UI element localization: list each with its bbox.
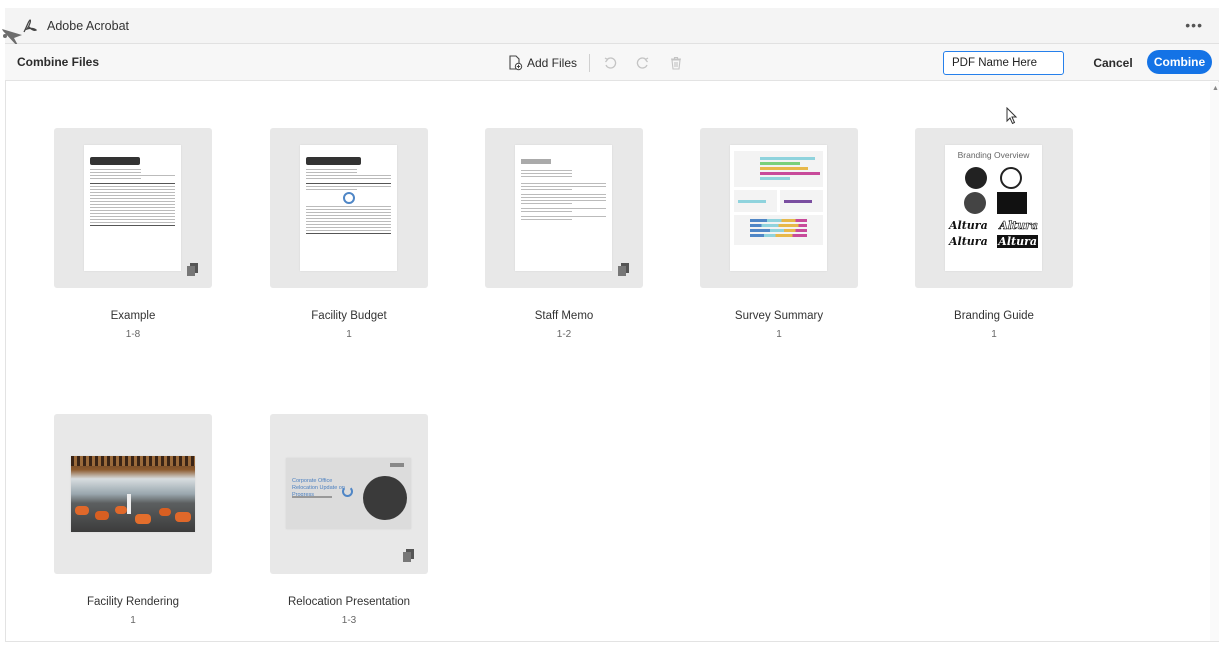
cancel-button[interactable]: Cancel	[1088, 53, 1138, 73]
delete-icon[interactable]	[668, 55, 684, 71]
file-pages: 1-8	[125, 329, 141, 340]
file-name: Survey Summary	[734, 310, 824, 322]
rotate-left-icon[interactable]	[602, 55, 618, 71]
file-tile-survey-summary[interactable]: Survey Summary 1	[700, 128, 858, 340]
presentation-preview: Corporate Office Relocation Update on Pr…	[286, 458, 411, 529]
document-preview	[84, 145, 181, 271]
file-pages: 1-2	[556, 329, 572, 340]
file-tile-facility-rendering[interactable]: Facility Rendering 1	[54, 414, 212, 626]
more-options-icon[interactable]: •••	[1185, 17, 1203, 33]
combine-toolbar: Combine Files Add Files Cancel Combine	[5, 44, 1219, 81]
scroll-up-icon[interactable]: ▲	[1212, 85, 1219, 92]
file-thumbnail[interactable]	[485, 128, 643, 288]
file-thumbnail[interactable]	[54, 128, 212, 288]
title-bar: Adobe Acrobat •••	[5, 8, 1219, 44]
page-title: Combine Files	[17, 55, 100, 69]
file-name: Facility Rendering	[86, 596, 180, 608]
file-name: Staff Memo	[534, 310, 594, 322]
file-pages: 1-3	[341, 615, 357, 626]
file-pages: 1	[130, 615, 136, 626]
rendering-image	[71, 456, 195, 532]
file-pages: 1	[776, 329, 782, 340]
vertical-scrollbar[interactable]: ▲	[1210, 82, 1219, 641]
brand-wordmark-light: Altura	[949, 219, 988, 232]
brand-wordmark-dark: Altura	[949, 235, 988, 248]
file-tile-facility-budget[interactable]: Facility Budget 1	[270, 128, 428, 340]
file-thumbnail[interactable]: Corporate Office Relocation Update on Pr…	[270, 414, 428, 574]
file-thumbnail[interactable]: Branding Overview Altura Altura Altura A…	[915, 128, 1073, 288]
file-name: Facility Budget	[311, 310, 387, 322]
file-name: Example	[110, 310, 156, 322]
multi-page-icon	[403, 549, 414, 562]
toolbar-divider	[589, 54, 591, 72]
document-preview: Branding Overview Altura Altura Altura A…	[945, 145, 1042, 271]
file-tools: Add Files	[507, 52, 701, 74]
file-pages: 1	[991, 329, 997, 340]
file-thumbnail[interactable]	[54, 414, 212, 574]
add-files-label: Add Files	[527, 56, 578, 70]
file-pages: 1	[346, 329, 352, 340]
branding-thumb-title: Branding Overview	[957, 150, 1030, 160]
file-name: Branding Guide	[954, 310, 1034, 322]
file-thumbnail[interactable]	[700, 128, 858, 288]
brand-wordmark-outline: Altura	[999, 219, 1038, 233]
add-file-icon	[509, 55, 523, 71]
mouse-cursor-icon	[1006, 107, 1018, 125]
app-title: Adobe Acrobat	[47, 18, 130, 33]
multi-page-icon	[187, 263, 198, 276]
multi-page-icon	[618, 263, 629, 276]
brand-wordmark-inverse: Altura	[997, 235, 1038, 248]
document-preview	[300, 145, 397, 271]
file-name: Relocation Presentation	[287, 596, 411, 608]
file-tile-staff-memo[interactable]: Staff Memo 1-2	[485, 128, 643, 340]
file-thumbnail[interactable]	[270, 128, 428, 288]
document-preview	[515, 145, 612, 271]
rotate-right-icon[interactable]	[635, 55, 651, 71]
file-tile-example[interactable]: Example 1-8	[54, 128, 212, 340]
add-files-button[interactable]: Add Files	[507, 55, 577, 71]
file-tile-branding-guide[interactable]: Branding Overview Altura Altura Altura A…	[915, 128, 1073, 340]
file-tile-relocation-presentation[interactable]: Corporate Office Relocation Update on Pr…	[270, 414, 428, 626]
pdf-name-input[interactable]	[943, 51, 1064, 75]
document-preview	[730, 145, 827, 271]
combine-button[interactable]: Combine	[1147, 50, 1212, 74]
